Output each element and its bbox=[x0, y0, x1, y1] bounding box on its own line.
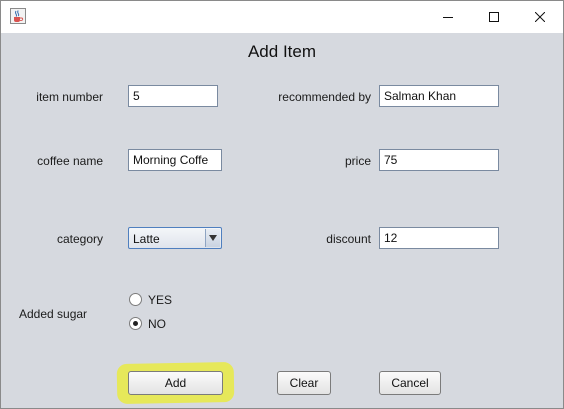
price-field[interactable] bbox=[379, 149, 499, 171]
minimize-button[interactable] bbox=[425, 1, 471, 33]
sugar-no-label[interactable]: NO bbox=[148, 317, 166, 331]
add-item-window: Add Item item number recommended by coff… bbox=[0, 0, 564, 409]
close-icon bbox=[535, 12, 545, 22]
maximize-icon bbox=[489, 12, 499, 22]
category-label: category bbox=[56, 232, 103, 246]
close-button[interactable] bbox=[517, 1, 563, 33]
maximize-button[interactable] bbox=[471, 1, 517, 33]
clear-button[interactable]: Clear bbox=[277, 371, 331, 395]
sugar-no-radio[interactable] bbox=[129, 317, 142, 330]
cancel-button[interactable]: Cancel bbox=[379, 371, 441, 395]
item-number-label: item number bbox=[36, 90, 103, 104]
coffee-name-label: coffee name bbox=[37, 154, 103, 168]
java-cup-icon bbox=[10, 8, 26, 24]
sugar-yes-label[interactable]: YES bbox=[148, 293, 172, 307]
sugar-yes-radio[interactable] bbox=[129, 293, 142, 306]
dropdown-arrow-icon[interactable] bbox=[205, 229, 220, 247]
category-selected-value: Latte bbox=[133, 232, 160, 246]
price-label: price bbox=[344, 154, 371, 168]
discount-field[interactable] bbox=[379, 227, 499, 249]
dialog-title: Add Item bbox=[247, 42, 317, 61]
added-sugar-label: Added sugar bbox=[19, 307, 88, 321]
item-number-field[interactable] bbox=[128, 85, 218, 107]
recommended-by-field[interactable] bbox=[379, 85, 499, 107]
minimize-icon bbox=[443, 17, 453, 18]
coffee-name-field[interactable] bbox=[128, 149, 222, 171]
add-button[interactable]: Add bbox=[128, 371, 223, 395]
title-bar bbox=[1, 1, 563, 33]
category-dropdown[interactable]: Latte bbox=[128, 227, 222, 249]
discount-label: discount bbox=[326, 232, 371, 246]
recommended-by-label: recommended by bbox=[278, 90, 371, 104]
